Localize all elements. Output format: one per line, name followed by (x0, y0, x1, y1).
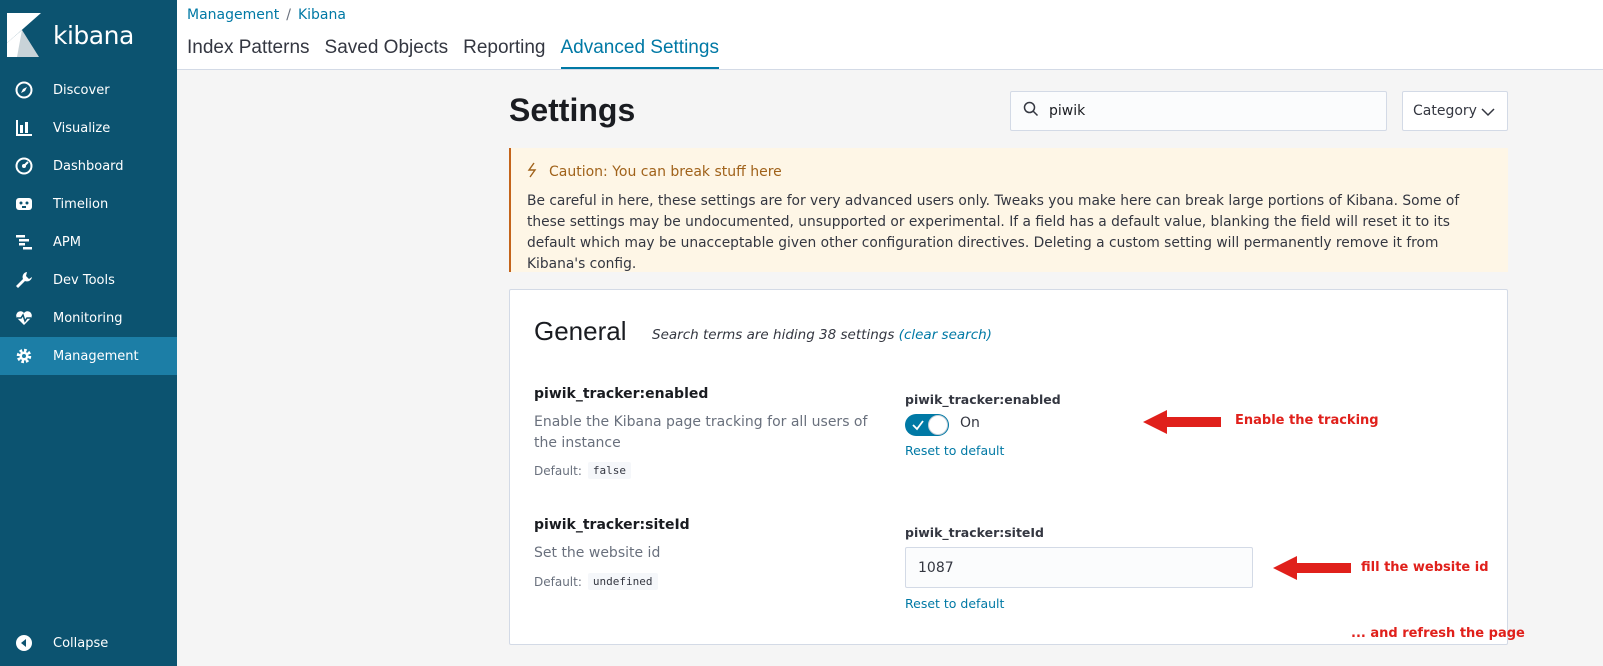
breadcrumb-kibana[interactable]: Kibana (298, 7, 346, 23)
sidebar-item-label: Dashboard (53, 158, 124, 174)
settings-panel-general: General Search terms are hiding 38 setti… (509, 289, 1508, 645)
setting-name: piwik_tracker:enabled (534, 386, 709, 402)
kibana-logo-icon (7, 13, 41, 57)
checkmark-icon (912, 420, 924, 431)
timelion-icon (15, 195, 33, 213)
sidebar-item-timelion[interactable]: Timelion (0, 185, 177, 223)
annotation-refresh-page: ... and refresh the page (1351, 626, 1525, 641)
brand-name: kibana (53, 20, 134, 50)
sidebar-item-monitoring[interactable]: Monitoring (0, 299, 177, 337)
tab-saved-objects[interactable]: Saved Objects (325, 37, 449, 69)
breadcrumb: Management / Kibana (187, 7, 346, 23)
search-hint: Search terms are hiding 38 settings (cle… (652, 327, 992, 343)
collapse-arrow-icon (15, 634, 33, 652)
top-header: Management / Kibana Index Patterns Saved O… (177, 0, 1603, 70)
sidebar-item-label: Discover (53, 82, 110, 98)
sidebar-item-label: Dev Tools (53, 272, 115, 288)
gear-icon (15, 347, 33, 365)
search-hint-text: Search terms are hiding 38 settings (652, 327, 895, 343)
search-icon (1023, 101, 1039, 121)
site-id-input[interactable] (905, 547, 1253, 588)
setting-description: Set the website id (534, 545, 661, 561)
sidebar-item-apm[interactable]: APM (0, 223, 177, 261)
lightning-icon (527, 162, 537, 182)
callout-title-text: Caution: You can break stuff here (549, 164, 782, 180)
sidebar-nav: Discover Visualize Dashboard Timelion AP… (0, 71, 177, 375)
annotation-arrow-icon (1273, 556, 1351, 580)
warning-callout: Caution: You can break stuff here Be car… (509, 148, 1508, 272)
field-label: piwik_tracker:enabled (905, 392, 1061, 407)
management-tabs: Index Patterns Saved Objects Reporting A… (187, 37, 734, 69)
default-value: false (587, 462, 632, 479)
settings-search[interactable] (1010, 91, 1387, 131)
sidebar-item-discover[interactable]: Discover (0, 71, 177, 109)
default-value: undefined (587, 573, 658, 590)
default-label: Default: (534, 463, 582, 478)
callout-body: Be careful in here, these settings are f… (527, 193, 1460, 272)
reset-to-default-link[interactable]: Reset to default (905, 443, 1004, 458)
panel-title: General (534, 316, 627, 346)
setting-default: Default: false (534, 462, 632, 479)
sidebar-item-label: APM (53, 234, 81, 250)
tracking-enabled-switch[interactable] (905, 414, 949, 436)
field-label: piwik_tracker:siteId (905, 525, 1045, 540)
annotation-enable-tracking: Enable the tracking (1235, 413, 1379, 428)
breadcrumb-separator: / (286, 7, 291, 23)
tab-reporting[interactable]: Reporting (463, 37, 545, 69)
category-dropdown[interactable]: Category (1402, 91, 1508, 131)
collapse-label: Collapse (53, 635, 109, 651)
collapse-button[interactable]: Collapse (15, 634, 108, 652)
chevron-down-icon (1481, 105, 1495, 121)
wrench-icon (15, 271, 33, 289)
switch-knob (928, 415, 948, 435)
tab-advanced-settings[interactable]: Advanced Settings (560, 37, 719, 69)
setting-name: piwik_tracker:siteId (534, 517, 690, 533)
search-input[interactable] (1049, 103, 1369, 119)
switch-state-label: On (960, 415, 980, 431)
heartbeat-icon (15, 309, 33, 327)
callout-title: Caution: You can break stuff here (527, 162, 1492, 182)
sidebar-item-visualize[interactable]: Visualize (0, 109, 177, 147)
annotation-fill-site-id: fill the website id (1361, 560, 1489, 575)
kibana-brand[interactable]: kibana (7, 13, 134, 57)
sidebar-item-label: Monitoring (53, 310, 123, 326)
sidebar-item-label: Management (53, 348, 139, 364)
breadcrumb-management[interactable]: Management (187, 7, 279, 23)
default-label: Default: (534, 574, 582, 589)
sidebar-item-label: Timelion (53, 196, 109, 212)
apm-icon (15, 233, 33, 251)
dashboard-icon (15, 157, 33, 175)
category-label: Category (1413, 103, 1477, 119)
tab-index-patterns[interactable]: Index Patterns (187, 37, 310, 69)
compass-icon (15, 81, 33, 99)
sidebar-item-management[interactable]: Management (0, 337, 177, 375)
sidebar-item-dashboard[interactable]: Dashboard (0, 147, 177, 185)
page-title: Settings (509, 92, 636, 128)
annotation-arrow-icon (1143, 410, 1221, 434)
clear-search-link[interactable]: (clear search) (899, 327, 992, 343)
reset-to-default-link[interactable]: Reset to default (905, 596, 1004, 611)
setting-description: Enable the Kibana page tracking for all … (534, 414, 868, 451)
setting-default: Default: undefined (534, 573, 658, 590)
bar-chart-icon (15, 119, 33, 137)
sidebar-item-label: Visualize (53, 120, 111, 136)
sidebar-item-dev-tools[interactable]: Dev Tools (0, 261, 177, 299)
sidebar: kibana Discover Visualize Dashboard Time… (0, 0, 177, 666)
